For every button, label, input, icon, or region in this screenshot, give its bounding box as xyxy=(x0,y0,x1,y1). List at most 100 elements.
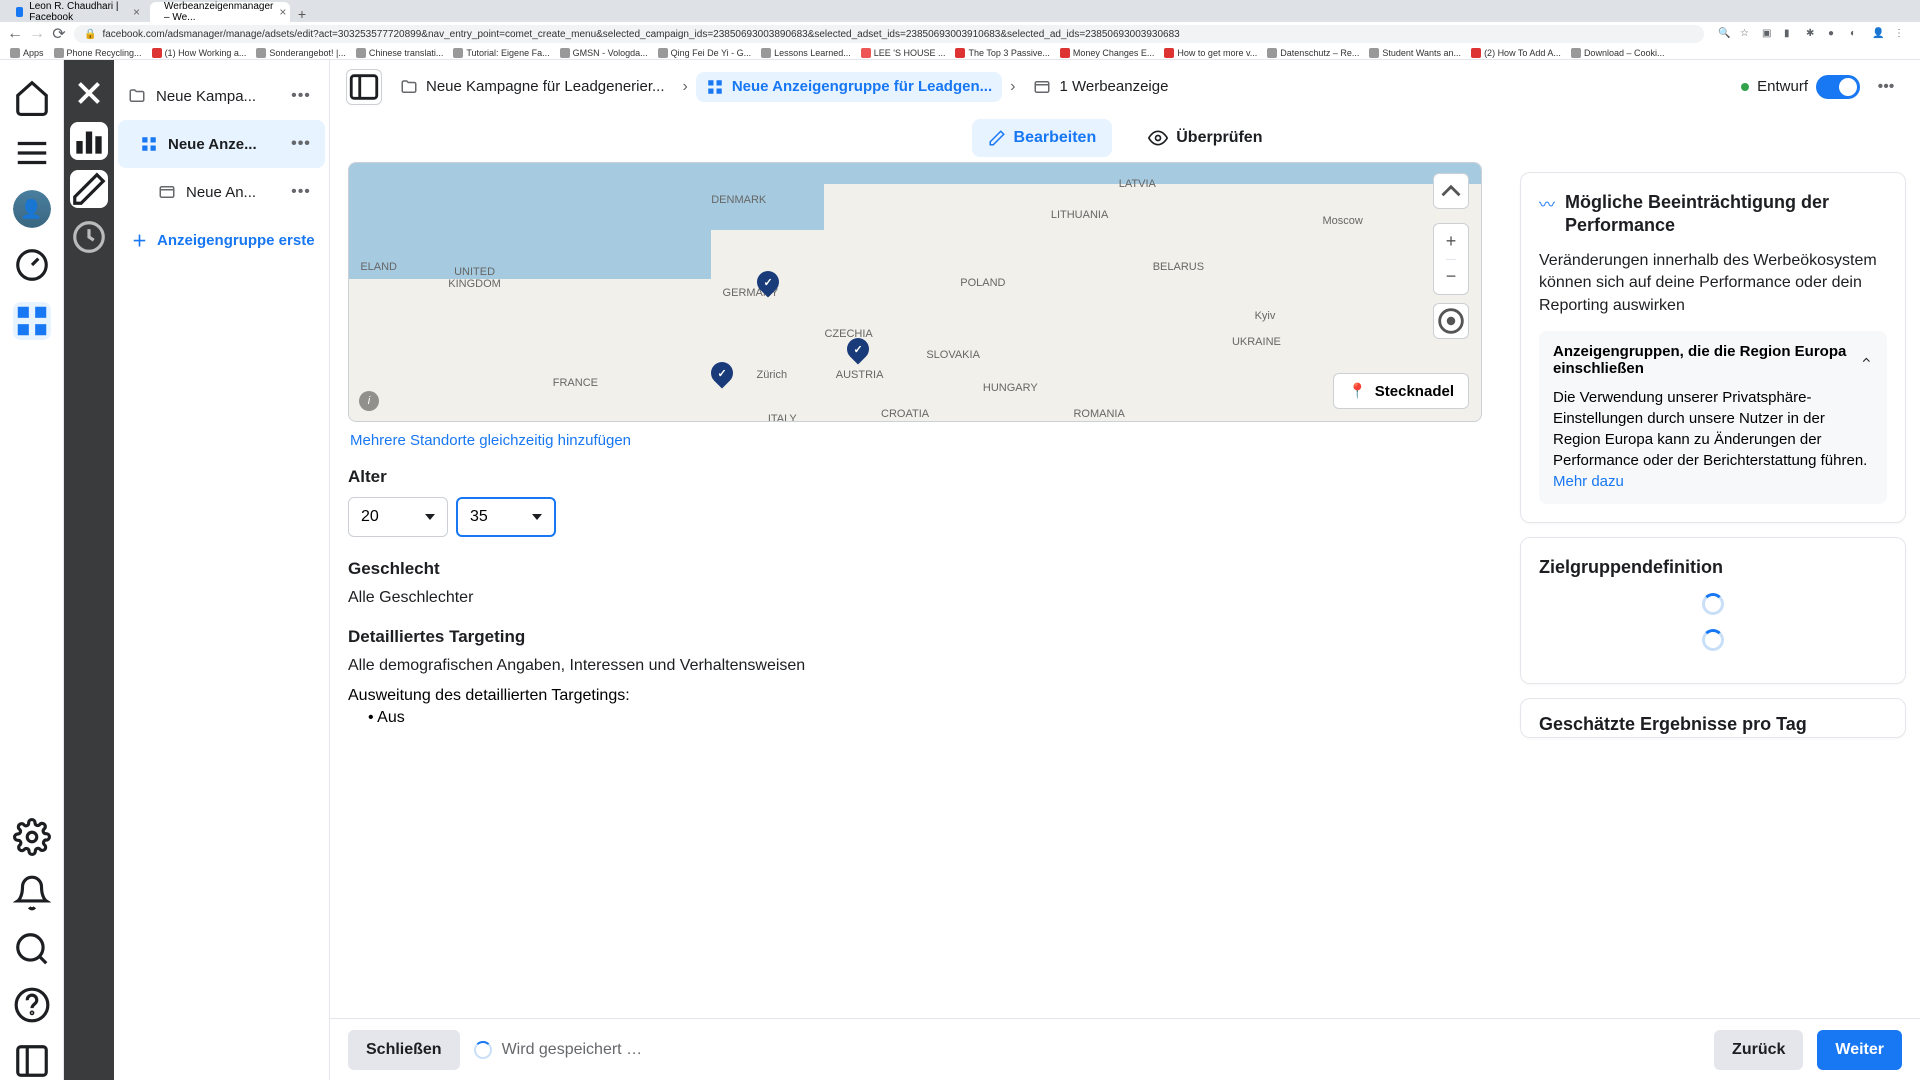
status-text: Entwurf xyxy=(1757,78,1808,95)
close-editor-button[interactable] xyxy=(70,74,108,112)
map-info-icon[interactable]: i xyxy=(359,391,379,411)
age-min-select[interactable]: 20 xyxy=(348,497,448,537)
star-icon[interactable]: ☆ xyxy=(1740,28,1752,40)
map-collapse-button[interactable] xyxy=(1433,173,1469,209)
tree-ad[interactable]: Neue An... ••• xyxy=(118,168,325,216)
tab-edit[interactable]: Bearbeiten xyxy=(972,119,1113,157)
status-toggle[interactable] xyxy=(1816,75,1860,99)
audience-card: Zielgruppendefinition xyxy=(1520,537,1906,684)
breadcrumb-adset[interactable]: Neue Anzeigengruppe für Leadgen... xyxy=(696,72,1002,102)
menu-icon[interactable]: ⋮ xyxy=(1894,28,1906,40)
more-link[interactable]: Mehr dazu xyxy=(1553,473,1624,490)
info-text: Die Verwendung unserer Privatsphäre-Eins… xyxy=(1553,387,1873,492)
reload-icon[interactable]: ⟳ xyxy=(52,27,66,41)
bookmark[interactable]: How to get more v... xyxy=(1164,48,1257,58)
breadcrumb-campaign[interactable]: Neue Kampagne für Leadgenerier... xyxy=(390,72,675,102)
map-center-button[interactable] xyxy=(1433,303,1469,339)
help-icon[interactable] xyxy=(13,986,51,1024)
bookmark[interactable]: Apps xyxy=(10,48,44,58)
history-icon[interactable] xyxy=(70,218,108,256)
ad-icon xyxy=(1033,78,1051,96)
zoom-in-icon[interactable]: + xyxy=(1446,224,1457,260)
editor-panel: LATVIA DENMARK LITHUANIA Moscow ELAND UN… xyxy=(330,162,1506,1018)
tab-review[interactable]: Überprüfen xyxy=(1132,118,1278,158)
folder-icon xyxy=(400,78,418,96)
close-button[interactable]: Schließen xyxy=(348,1030,460,1070)
more-icon[interactable]: ••• xyxy=(287,82,315,110)
back-button[interactable]: Zurück xyxy=(1714,1030,1803,1070)
tab-strip: Leon R. Chaudhari | Facebook× Werbeanzei… xyxy=(0,0,1920,22)
search-icon[interactable] xyxy=(13,930,51,968)
targeting-value: Alle demografischen Angaben, Interessen … xyxy=(348,657,1482,675)
panel-toggle-button[interactable] xyxy=(346,69,382,105)
bookmark[interactable]: Chinese translati... xyxy=(356,48,444,58)
card-title: Zielgruppendefinition xyxy=(1539,556,1887,579)
info-header: Anzeigengruppen, die die Region Europa e… xyxy=(1553,343,1860,377)
more-icon[interactable]: ••• xyxy=(1868,69,1904,105)
back-icon[interactable]: ← xyxy=(8,27,22,41)
ext-icon[interactable]: ✱ xyxy=(1806,28,1818,40)
bookmark[interactable]: Phone Recycling... xyxy=(54,48,142,58)
bookmark[interactable]: Tutorial: Eigene Fa... xyxy=(453,48,549,58)
zoom-icon[interactable]: 🔍 xyxy=(1718,28,1730,40)
bookmark[interactable]: (1) How Working a... xyxy=(152,48,247,58)
expansion-value: Aus xyxy=(348,709,1482,727)
card-title: Geschätzte Ergebnisse pro Tag xyxy=(1539,713,1887,736)
menu-icon[interactable] xyxy=(13,134,51,172)
ext-icon[interactable]: ● xyxy=(1828,28,1840,40)
collapse-icon[interactable] xyxy=(13,1042,51,1080)
browser-tab[interactable]: Leon R. Chaudhari | Facebook× xyxy=(8,2,148,22)
loading-spinner xyxy=(474,1041,492,1059)
address-bar[interactable]: 🔒facebook.com/adsmanager/manage/adsets/e… xyxy=(74,25,1704,43)
edit-icon[interactable] xyxy=(70,170,108,208)
add-multiple-locations-link[interactable]: Mehrere Standorte gleichzeitig hinzufüge… xyxy=(348,422,1482,467)
browser-chrome: Leon R. Chaudhari | Facebook× Werbeanzei… xyxy=(0,0,1920,60)
fb-ext-icon[interactable]: ▮ xyxy=(1784,28,1796,40)
age-max-select[interactable]: 35 xyxy=(456,497,556,537)
loading-spinner xyxy=(1702,629,1724,651)
more-icon[interactable]: ••• xyxy=(287,178,315,206)
add-adset-button[interactable]: ＋ Anzeigengruppe erste xyxy=(118,216,325,265)
new-tab-button[interactable]: + xyxy=(292,6,312,22)
more-icon[interactable]: ••• xyxy=(287,130,315,158)
ads-manager-icon[interactable] xyxy=(13,302,51,340)
avatar-icon[interactable]: 👤 xyxy=(1872,28,1884,40)
next-button[interactable]: Weiter xyxy=(1817,1030,1902,1070)
performance-card: 〰 Mögliche Beeinträchtigung der Performa… xyxy=(1520,172,1906,523)
location-map[interactable]: LATVIA DENMARK LITHUANIA Moscow ELAND UN… xyxy=(348,162,1482,422)
ext-icon[interactable]: ◐ xyxy=(1850,28,1862,40)
charts-icon[interactable] xyxy=(70,122,108,160)
bookmark[interactable]: GMSN - Vologda... xyxy=(560,48,648,58)
map-zoom[interactable]: +− xyxy=(1433,223,1469,295)
bookmark[interactable]: Money Changes E... xyxy=(1060,48,1155,58)
gauge-icon[interactable] xyxy=(13,246,51,284)
forward-icon[interactable]: → xyxy=(30,27,44,41)
chevron-up-icon[interactable] xyxy=(1860,352,1873,368)
bookmark[interactable]: LEE 'S HOUSE ... xyxy=(861,48,946,58)
gender-value: Alle Geschlechter xyxy=(348,589,1482,607)
loading-spinner xyxy=(1702,593,1724,615)
bookmark[interactable]: Qing Fei De Yi - G... xyxy=(658,48,752,58)
bookmark[interactable]: Sonderangebot! |... xyxy=(256,48,345,58)
bookmark[interactable]: (2) How To Add A... xyxy=(1471,48,1561,58)
bookmark[interactable]: Download – Cooki... xyxy=(1571,48,1665,58)
tree-adset[interactable]: Neue Anze... ••• xyxy=(118,120,325,168)
close-icon[interactable]: × xyxy=(133,5,140,19)
bookmark[interactable]: Datenschutz – Re... xyxy=(1267,48,1359,58)
bookmark[interactable]: Student Wants an... xyxy=(1369,48,1461,58)
home-icon[interactable] xyxy=(13,78,51,116)
tree-label: Neue An... xyxy=(186,184,277,201)
tree-campaign[interactable]: Neue Kampa... ••• xyxy=(118,72,325,120)
cast-icon[interactable]: ▣ xyxy=(1762,28,1774,40)
browser-tab[interactable]: Werbeanzeigenmanager – We...× xyxy=(150,2,290,22)
account-avatar[interactable]: 👤 xyxy=(13,190,51,228)
breadcrumb-ad[interactable]: 1 Werbeanzeige xyxy=(1023,72,1178,102)
bookmark[interactable]: Lessons Learned... xyxy=(761,48,851,58)
drop-pin-button[interactable]: 📍Stecknadel xyxy=(1333,373,1469,409)
bookmark[interactable]: The Top 3 Passive... xyxy=(955,48,1049,58)
zoom-out-icon[interactable]: − xyxy=(1446,260,1457,295)
age-label: Alter xyxy=(348,467,1482,487)
settings-icon[interactable] xyxy=(13,818,51,856)
close-icon[interactable]: × xyxy=(279,5,286,19)
bell-icon[interactable] xyxy=(13,874,51,912)
